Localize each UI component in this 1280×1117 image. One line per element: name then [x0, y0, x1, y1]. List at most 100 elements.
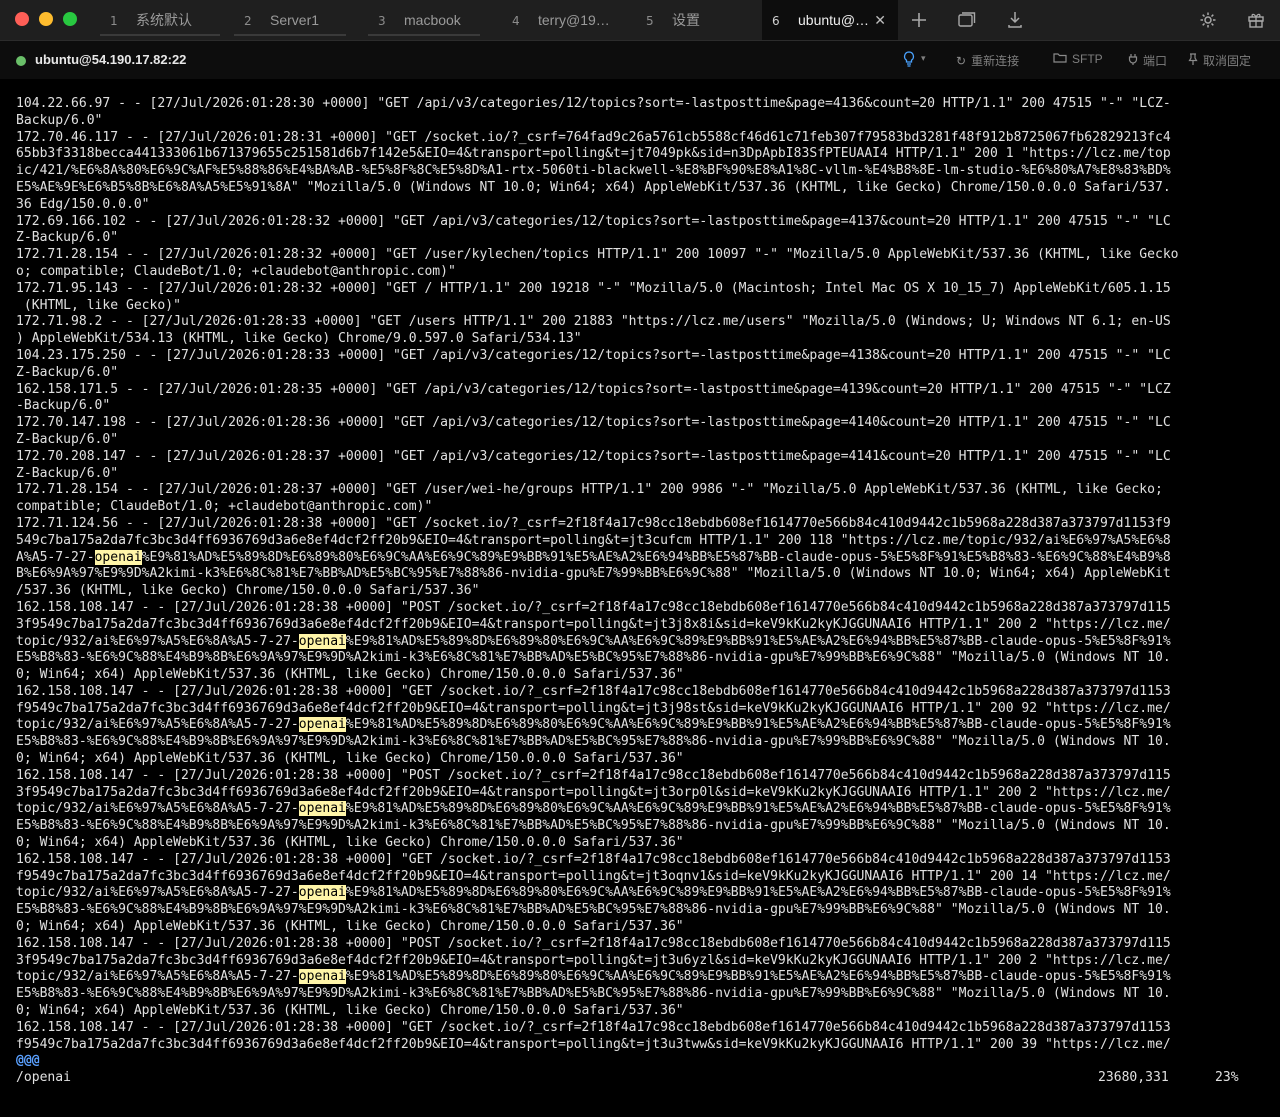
terminal-line: 0; Win64; x64) AppleWebKit/537.36 (KHTML…	[16, 1003, 684, 1019]
gear-icon[interactable]	[1196, 8, 1220, 32]
tab-number: 5	[646, 14, 654, 28]
terminal-line: Z-Backup/6.0"	[16, 230, 119, 246]
terminal-output[interactable]: 104.22.66.97 - - [27/Jul/2026:01:28:30 +…	[16, 96, 1256, 1086]
terminal-line: topic/932/ai%E6%97%A5%E6%8A%A5-7-27-open…	[16, 885, 1171, 901]
terminal-line: ) AppleWebKit/534.13 (KHTML, like Gecko)…	[16, 331, 582, 347]
terminal-line: 172.71.95.143 - - [27/Jul/2026:01:28:32 …	[16, 280, 1171, 296]
terminal-line: E5%B8%83-%E6%9C%88%E4%B9%8B%E6%9A%97%E9%…	[16, 986, 1171, 1002]
terminal-line: 172.70.46.117 - - [27/Jul/2026:01:28:31 …	[16, 129, 1171, 145]
terminal-line: f9549c7ba175a2da7fc3bc3d4ff6936769d3a6e8…	[16, 868, 1171, 884]
terminal-line: E5%B8%83-%E6%9C%88%E4%B9%8B%E6%9A%97%E9%…	[16, 818, 1171, 834]
terminal-line: 0; Win64; x64) AppleWebKit/537.36 (KHTML…	[16, 667, 684, 683]
terminal-line: (KHTML, like Gecko)"	[16, 297, 181, 313]
minimize-window-button[interactable]	[39, 12, 53, 26]
terminal-line: 172.69.166.102 - - [27/Jul/2026:01:28:32…	[16, 213, 1171, 229]
zoom-window-button[interactable]	[63, 12, 77, 26]
terminal-line: compatible; ClaudeBot/1.0; +claudebot@an…	[16, 499, 433, 515]
terminal-line: 162.158.108.147 - - [27/Jul/2026:01:28:3…	[16, 851, 1171, 867]
terminal-line: topic/932/ai%E6%97%A5%E6%8A%A5-7-27-open…	[16, 969, 1171, 985]
refresh-icon: ↻	[956, 54, 967, 68]
terminal-line: E5%AE%9E%E6%B5%8B%E6%8A%A5%E5%91%8A" "Mo…	[16, 179, 1171, 195]
unpin-label: 取消固定	[1203, 54, 1252, 68]
chevron-down-icon[interactable]: ▾	[921, 53, 926, 64]
terminal-line: 0; Win64; x64) AppleWebKit/537.36 (KHTML…	[16, 835, 684, 851]
split-window-icon[interactable]	[955, 8, 979, 32]
search-match-highlight: openai	[298, 969, 346, 985]
reconnect-button[interactable]: ↻ 重新连接	[956, 52, 1019, 69]
port-button[interactable]: 端口	[1128, 52, 1167, 69]
pager-command-line[interactable]: /openai	[16, 1070, 71, 1087]
search-match-highlight: openai	[298, 885, 346, 901]
tab-3[interactable]: 3 macbook	[368, 0, 480, 40]
tab-6[interactable]: 6 ubuntu@… ✕	[762, 0, 898, 40]
terminal-line: E5%B8%83-%E6%9C%88%E4%B9%8B%E6%9A%97%E9%…	[16, 734, 1171, 750]
search-match-highlight: openai	[298, 633, 346, 649]
close-window-button[interactable]	[15, 12, 29, 26]
terminal-window: 1 系统默认 2 Server1 3 macbook 4 terry@19… 5 设置 6…	[0, 0, 1280, 1117]
tab-label: 系统默认	[136, 12, 192, 28]
pager-position-ruler: 23680,331	[1098, 1070, 1169, 1085]
tab-label: Server1	[270, 12, 320, 28]
terminal-line: 172.71.28.154 - - [27/Jul/2026:01:28:32 …	[16, 247, 1179, 263]
terminal-line: 3f9549c7ba175a2da7fc3bc3d4ff6936769d3a6e…	[16, 616, 1171, 632]
terminal-line: Z-Backup/6.0"	[16, 465, 119, 481]
terminal-line: f9549c7ba175a2da7fc3bc3d4ff6936769d3a6e8…	[16, 1036, 1171, 1052]
tab-5[interactable]: 5 设置	[636, 0, 754, 40]
folder-icon	[1053, 52, 1067, 66]
tab-underline	[234, 34, 346, 36]
terminal-line: ic/421/%E6%8A%80%E6%9C%AF%E5%88%86%E4%BA…	[16, 163, 1171, 179]
gift-icon[interactable]	[1244, 8, 1268, 32]
tab-label: macbook	[404, 12, 461, 28]
terminal-line: topic/932/ai%E6%97%A5%E6%8A%A5-7-27-open…	[16, 801, 1171, 817]
unpin-button[interactable]: 取消固定	[1188, 52, 1251, 69]
terminal-line: 162.158.108.147 - - [27/Jul/2026:01:28:3…	[16, 683, 1171, 699]
connection-status-dot	[16, 56, 26, 66]
reconnect-label: 重新连接	[971, 54, 1020, 68]
terminal-line: f9549c7ba175a2da7fc3bc3d4ff6936769d3a6e8…	[16, 700, 1171, 716]
download-icon[interactable]	[1003, 8, 1027, 32]
terminal-line: 104.23.175.250 - - [27/Jul/2026:01:28:33…	[16, 347, 1171, 363]
terminal-line: 172.71.28.154 - - [27/Jul/2026:01:28:37 …	[16, 482, 1163, 498]
add-tab-icon[interactable]	[907, 8, 931, 32]
terminal-line: 162.158.171.5 - - [27/Jul/2026:01:28:35 …	[16, 381, 1171, 397]
title-bar: 1 系统默认 2 Server1 3 macbook 4 terry@19… 5 设置 6…	[0, 0, 1280, 41]
terminal-line: 3f9549c7ba175a2da7fc3bc3d4ff6936769d3a6e…	[16, 952, 1171, 968]
terminal-line: topic/932/ai%E6%97%A5%E6%8A%A5-7-27-open…	[16, 717, 1171, 733]
tab-label: terry@19…	[538, 12, 610, 28]
terminal-line: -Backup/6.0"	[16, 398, 111, 414]
terminal-line: 65bb3f3318becca441333061b671379655c25158…	[16, 146, 1171, 162]
terminal-line: E5%B8%83-%E6%9C%88%E4%B9%8B%E6%9A%97%E9%…	[16, 902, 1171, 918]
search-match-highlight: openai	[94, 549, 142, 565]
terminal-line: 36 Edg/150.0.0.0"	[16, 196, 150, 212]
terminal-line: 172.71.124.56 - - [27/Jul/2026:01:28:38 …	[16, 515, 1171, 531]
terminal-line: Z-Backup/6.0"	[16, 431, 119, 447]
terminal-line: A%A5-7-27-openai%E9%81%AD%E5%89%8D%E6%89…	[16, 549, 1171, 565]
terminal-line: 3f9549c7ba175a2da7fc3bc3d4ff6936769d3a6e…	[16, 784, 1171, 800]
terminal-line: Z-Backup/6.0"	[16, 364, 119, 380]
tab-4[interactable]: 4 terry@19…	[502, 0, 620, 40]
plug-icon	[1128, 53, 1138, 68]
tab-label: ubuntu@…	[798, 12, 870, 28]
terminal-line: 172.70.147.198 - - [27/Jul/2026:01:28:36…	[16, 415, 1171, 431]
session-host: ubuntu@54.190.17.82:22	[35, 52, 187, 67]
terminal-line: topic/932/ai%E6%97%A5%E6%8A%A5-7-27-open…	[16, 633, 1171, 649]
terminal-line: Backup/6.0"	[16, 112, 103, 128]
tab-2[interactable]: 2 Server1	[234, 0, 346, 40]
tab-1[interactable]: 1 系统默认	[100, 0, 220, 40]
tab-label: 设置	[672, 12, 700, 28]
terminal-line: E5%B8%83-%E6%9C%88%E4%B9%8B%E6%9A%97%E9%…	[16, 650, 1171, 666]
search-match-highlight: openai	[298, 801, 346, 817]
session-info-bar: ubuntu@54.190.17.82:22 ▾ ↻ 重新连接 SFTP 端口 取…	[0, 41, 1280, 79]
terminal-line: 0; Win64; x64) AppleWebKit/537.36 (KHTML…	[16, 751, 684, 767]
tab-underline	[368, 34, 480, 36]
tab-number: 6	[772, 14, 780, 28]
pager-truncation-marker: @@@	[16, 1053, 40, 1069]
port-label: 端口	[1143, 54, 1168, 68]
terminal-line: 172.71.98.2 - - [27/Jul/2026:01:28:33 +0…	[16, 314, 1171, 330]
lightbulb-icon[interactable]	[903, 51, 915, 70]
sftp-button[interactable]: SFTP	[1053, 52, 1103, 66]
close-tab-icon[interactable]: ✕	[874, 0, 886, 40]
tab-underline	[100, 34, 220, 36]
search-match-highlight: openai	[298, 717, 346, 733]
terminal-line: 172.70.208.147 - - [27/Jul/2026:01:28:37…	[16, 448, 1171, 464]
